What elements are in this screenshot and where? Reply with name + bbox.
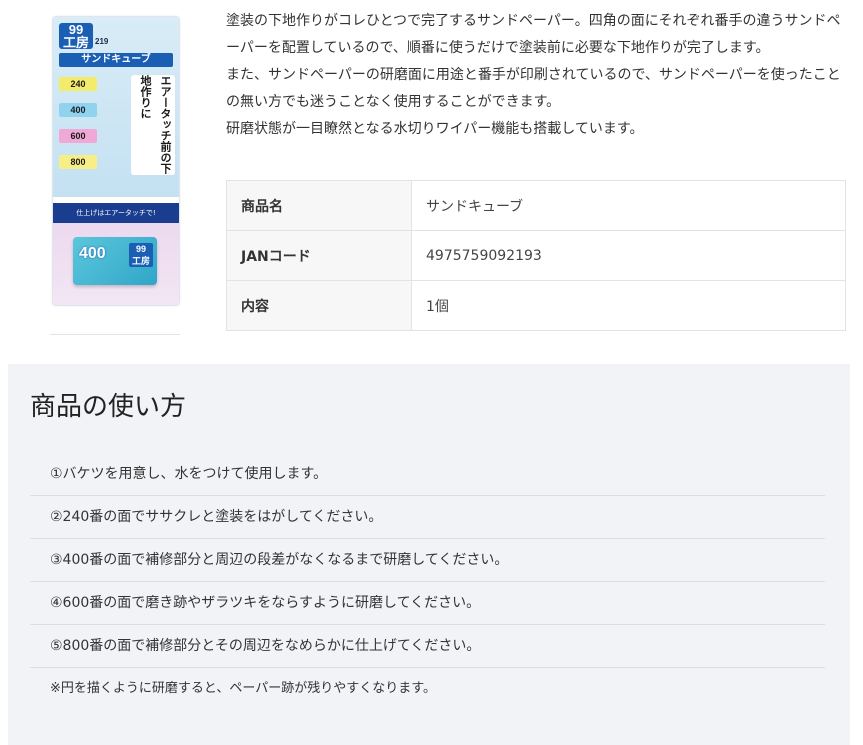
usage-step: ③400番の面で補修部分と周辺の段差がなくなるまで研磨してください。: [30, 539, 825, 582]
usage-step: ①バケツを用意し、水をつけて使用します。: [30, 453, 825, 496]
brand-logo-line2: 工房: [62, 35, 89, 50]
usage-step: ②240番の面でササクレと塗装をはがしてください。: [30, 496, 825, 539]
spec-label: 商品名: [226, 180, 412, 231]
product-image: 99 工房 219 サンドキューブ 240 400 600 800 エアータッチ…: [44, 12, 184, 338]
usage-step: ⑤800番の面で補修部分とその周辺をなめらかに仕上げてください。: [30, 625, 825, 668]
usage-section: 商品の使い方 ①バケツを用意し、水をつけて使用します。 ②240番の面でササクレ…: [8, 364, 850, 745]
package-product-name: サンドキューブ: [59, 53, 173, 67]
package-slogan: エアータッチ前の下地作りに: [131, 75, 175, 175]
spec-row-contents: 内容 1個: [226, 280, 846, 331]
grit-label-240: 240: [59, 77, 97, 91]
spec-label: JANコード: [226, 230, 412, 281]
description-paragraph: また、サンドペーパーの研磨面に用途と番手が印刷されているので、サンドペーパーを使…: [226, 67, 841, 110]
spec-value: 1個: [411, 280, 846, 331]
block-logo-line1: 99: [135, 244, 146, 254]
sanding-block-number: 400: [79, 245, 106, 262]
spec-value: 4975759092193: [411, 230, 846, 281]
spec-row-jan: JANコード 4975759092193: [226, 230, 846, 281]
spec-table: 商品名 サンドキューブ JANコード 4975759092193 内容 1個: [226, 180, 846, 331]
image-divider: [50, 334, 180, 335]
model-number: 219: [95, 37, 109, 46]
package-band: 仕上げはエアータッチで!: [53, 203, 179, 223]
sanding-block-logo: 99 工房: [129, 243, 153, 267]
product-description: 塗装の下地作りがコレひとつで完了するサンドペーパー。四角の面にそれぞれ番手の違う…: [226, 8, 851, 143]
product-package: 99 工房 219 サンドキューブ 240 400 600 800 エアータッチ…: [52, 16, 180, 306]
description-paragraph: 塗装の下地作りがコレひとつで完了するサンドペーパー。四角の面にそれぞれ番手の違う…: [226, 13, 841, 56]
brand-logo: 99 工房: [59, 23, 93, 49]
spec-value: サンドキューブ: [411, 180, 846, 231]
spec-label: 内容: [226, 280, 412, 331]
usage-step: ④600番の面で磨き跡やザラツキをならすように研磨してください。: [30, 582, 825, 625]
spec-row-name: 商品名 サンドキューブ: [226, 180, 846, 231]
description-paragraph: 研磨状態が一目瞭然となる水切りワイパー機能も搭載しています。: [226, 121, 644, 137]
grit-label-600: 600: [59, 129, 97, 143]
grit-label-400: 400: [59, 103, 97, 117]
usage-note: ※円を描くように研磨すると、ペーパー跡が残りやすくなります。: [50, 681, 436, 696]
usage-title: 商品の使い方: [30, 392, 187, 422]
usage-steps: ①バケツを用意し、水をつけて使用します。 ②240番の面でササクレと塗装をはがし…: [30, 453, 825, 710]
grit-label-800: 800: [59, 155, 97, 169]
block-logo-line2: 工房: [131, 256, 150, 266]
